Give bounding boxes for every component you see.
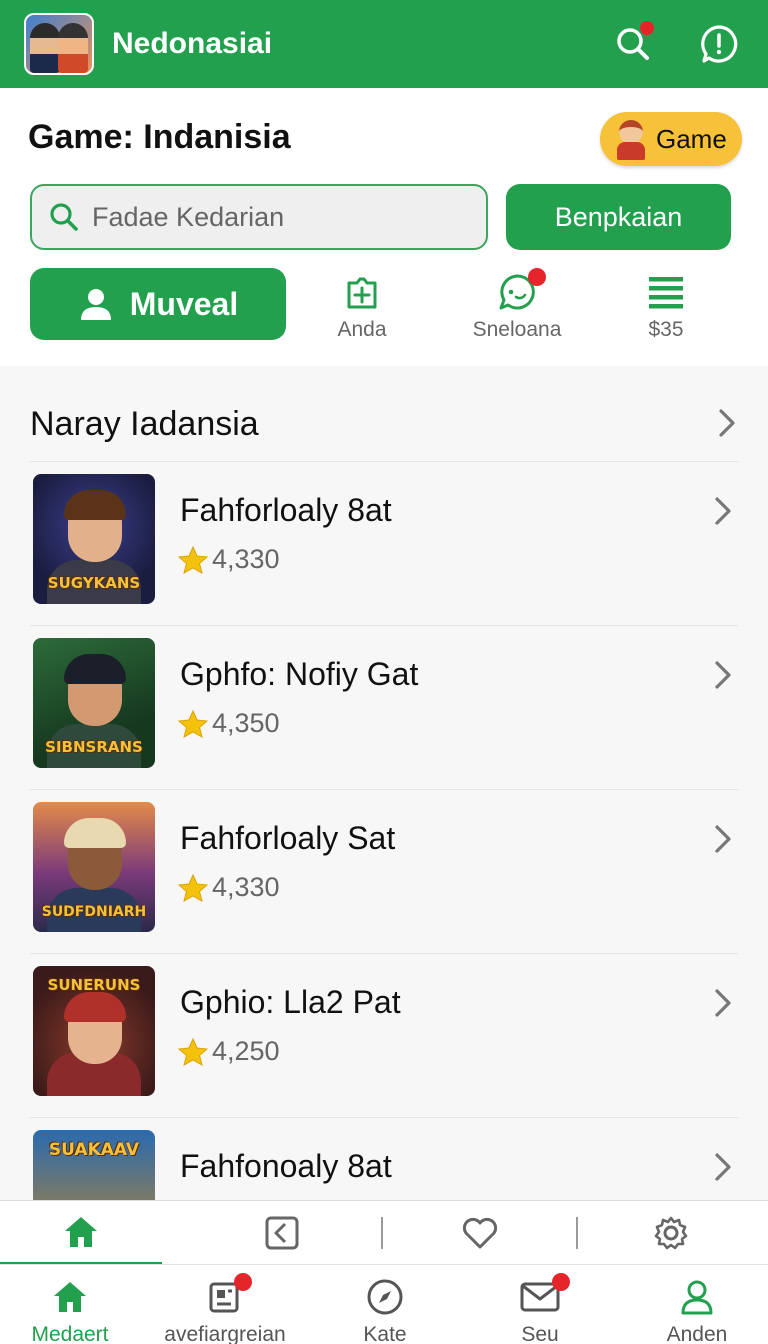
nav-item-label: Medaert: [31, 1323, 109, 1344]
game-name: Fahfonoaly 8at: [180, 1148, 392, 1184]
chevron-right-icon: [715, 661, 731, 689]
star-icon: [178, 545, 208, 574]
star-icon: [178, 709, 208, 738]
app-title: Nedonasiai: [112, 27, 273, 60]
list-item[interactable]: SUAKAAV Fahfonoaly 8at: [30, 1118, 738, 1200]
game-rating: 4,250: [178, 1036, 280, 1067]
nav-item-medaert[interactable]: Medaert: [0, 1277, 145, 1344]
nav-item-label: Seu: [521, 1323, 559, 1344]
divider: [576, 1217, 578, 1249]
rating-value: 4,330: [212, 872, 280, 902]
top-app-bar: Nedonasiai: [0, 0, 768, 88]
compass-icon: [366, 1277, 404, 1317]
quick-action-menu[interactable]: $35: [606, 272, 726, 348]
game-rating: 4,350: [178, 708, 280, 739]
game-rating: 4,330: [178, 544, 280, 575]
chat-icon: [496, 268, 546, 312]
quick-action-label: Anda: [337, 318, 387, 341]
gear-icon: [654, 1216, 688, 1250]
muveal-label: Muveal: [129, 285, 239, 322]
user-icon: [80, 289, 111, 320]
game-thumbnail: SUNERUNS: [33, 966, 155, 1096]
app-logo[interactable]: [24, 13, 94, 75]
search-input[interactable]: [92, 201, 472, 233]
thumbnail-title: SUNERUNS: [47, 976, 141, 994]
nav-item-kate[interactable]: Kate: [310, 1277, 460, 1344]
search-icon[interactable]: [608, 19, 658, 69]
thumbnail-title: SUGYKANS: [47, 574, 141, 592]
list-item[interactable]: SUGYKANS Fahforloaly 8at 4,330: [30, 462, 738, 626]
chevron-right-icon: [719, 408, 735, 437]
home-icon: [65, 1216, 97, 1247]
quick-action-label: $35: [648, 318, 684, 341]
muveal-button[interactable]: Muveal: [30, 268, 286, 340]
search-icon: [50, 203, 78, 231]
game-name: Fahforloaly 8at: [180, 492, 392, 528]
quick-action-label: Sneloana: [472, 318, 562, 341]
nav-item-label: Anden: [666, 1323, 728, 1344]
star-icon: [178, 873, 208, 902]
nav-item-label: Kate: [363, 1323, 407, 1344]
chevron-right-icon: [715, 825, 731, 853]
quick-action-anda[interactable]: Anda: [302, 272, 422, 348]
chevron-right-icon: [715, 497, 731, 525]
info-icon[interactable]: [694, 19, 744, 69]
section-header[interactable]: Naray Iadansia: [30, 396, 738, 462]
back-icon: [265, 1216, 299, 1250]
toolbar-strip: [0, 1200, 768, 1265]
thumbnail-title: SUDFDNIARH: [41, 904, 147, 920]
game-thumbnail: SUGYKANS: [33, 474, 155, 604]
toolbar-home-button[interactable]: [0, 1201, 162, 1265]
rating-value: 4,350: [212, 708, 280, 738]
mail-icon: [520, 1273, 570, 1317]
avatar: [614, 118, 648, 160]
bottom-navigation: Medaert avefiargreian Kate Seu Anden: [0, 1264, 768, 1344]
chevron-right-icon: [715, 1153, 731, 1181]
game-list: Naray Iadansia SUGYKANS Fahforloaly 8at …: [0, 366, 768, 1200]
game-badge-label: Game: [656, 123, 727, 154]
divider: [381, 1217, 383, 1249]
toolbar-favorite-button[interactable]: [460, 1213, 500, 1253]
thumbnail-title: SIBNSRANS: [45, 738, 143, 756]
quick-action-sneloana[interactable]: Sneloana: [457, 268, 577, 348]
search-button[interactable]: Benpkaian: [506, 184, 731, 250]
game-name: Gphio: Lla2 Pat: [180, 984, 401, 1020]
toolbar-settings-button[interactable]: [651, 1213, 691, 1253]
game-rating: 4,330: [178, 872, 280, 903]
notification-dot: [234, 1273, 252, 1291]
nav-item-label: avefiargreian: [164, 1323, 286, 1344]
header-panel: Game: Indanisia Game Benpkaian Muveal An…: [0, 88, 768, 366]
game-name: Gphfo: Nofiy Gat: [180, 656, 419, 692]
list-item[interactable]: SUDFDNIARH Fahforloaly Sat 4,330: [30, 790, 738, 954]
game-thumbnail: SIBNSRANS: [33, 638, 155, 768]
heart-icon: [462, 1217, 498, 1249]
menu-icon: [648, 272, 684, 312]
game-badge[interactable]: Game: [600, 112, 742, 166]
page-title: Game: Indanisia: [28, 118, 291, 156]
toolbar-back-button[interactable]: [262, 1213, 302, 1253]
news-icon: [208, 1273, 252, 1317]
notification-dot: [552, 1273, 570, 1291]
search-field[interactable]: [30, 184, 488, 250]
rating-value: 4,250: [212, 1036, 280, 1066]
game-thumbnail: SUAKAAV: [33, 1130, 155, 1200]
game-name: Fahforloaly Sat: [180, 820, 396, 856]
section-title: Naray Iadansia: [30, 405, 259, 443]
star-icon: [178, 1037, 208, 1066]
list-item[interactable]: SUNERUNS Gphio: Lla2 Pat 4,250: [30, 954, 738, 1118]
notification-dot: [640, 21, 654, 35]
notification-dot: [528, 268, 546, 286]
add-icon: [343, 272, 381, 312]
list-item[interactable]: SIBNSRANS Gphfo: Nofiy Gat 4,350: [30, 626, 738, 790]
nav-item-avefiargreian[interactable]: avefiargreian: [150, 1273, 300, 1344]
user-icon: [679, 1277, 715, 1317]
app-root: Nedonasiai Game: Indanisia Game Benpkaia…: [0, 0, 768, 1344]
nav-item-seu[interactable]: Seu: [465, 1273, 615, 1344]
thumbnail-title: SUAKAAV: [48, 1140, 140, 1160]
home-icon: [52, 1277, 88, 1317]
game-thumbnail: SUDFDNIARH: [33, 802, 155, 932]
nav-item-anden[interactable]: Anden: [622, 1277, 768, 1344]
chevron-right-icon: [715, 989, 731, 1017]
rating-value: 4,330: [212, 544, 280, 574]
